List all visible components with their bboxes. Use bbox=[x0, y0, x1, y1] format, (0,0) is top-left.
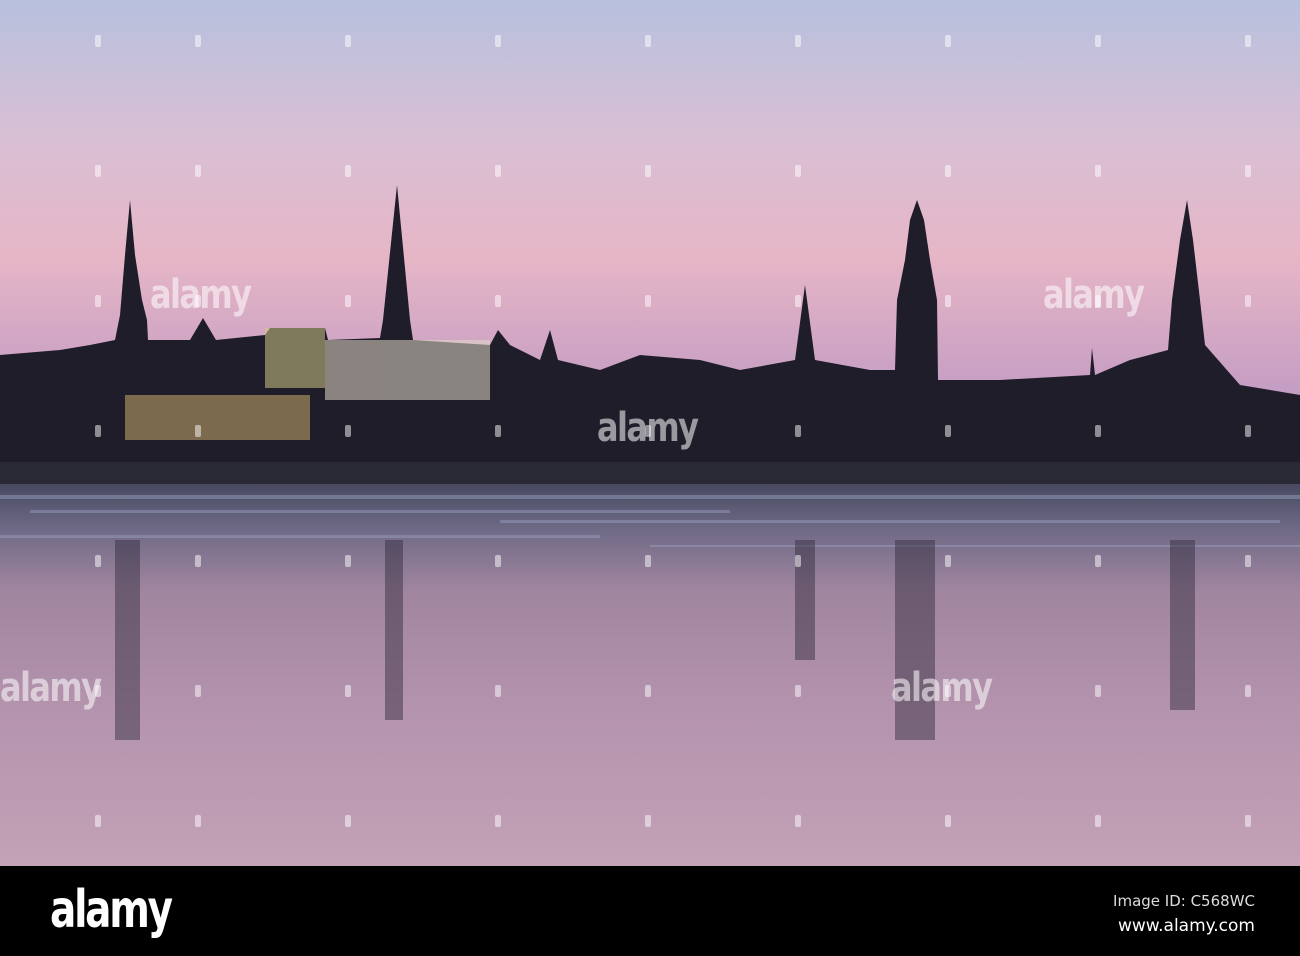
watermark-dot bbox=[495, 295, 501, 307]
watermark-dot bbox=[195, 685, 201, 697]
image-id: Image ID: C568WC bbox=[1113, 892, 1255, 910]
watermark-dot bbox=[95, 35, 101, 47]
watermark-dot bbox=[1245, 815, 1251, 827]
watermark-dot bbox=[1245, 685, 1251, 697]
watermark-dot bbox=[795, 555, 801, 567]
watermark-dot bbox=[1245, 425, 1251, 437]
watermark-dot bbox=[1245, 165, 1251, 177]
watermark-dot bbox=[945, 165, 951, 177]
watermark-dot bbox=[1095, 425, 1101, 437]
watermark-dot bbox=[645, 295, 651, 307]
watermark-dot bbox=[95, 425, 101, 437]
watermark-logo: alamy bbox=[891, 665, 993, 711]
watermark-dot bbox=[495, 35, 501, 47]
footer-bar: alamy Image ID: C568WC www.alamy.com bbox=[0, 866, 1300, 956]
watermark-dot bbox=[1095, 165, 1101, 177]
watermark-dot bbox=[1245, 555, 1251, 567]
watermark-dot bbox=[495, 685, 501, 697]
watermark-dot bbox=[645, 35, 651, 47]
watermark-dot bbox=[1095, 815, 1101, 827]
watermark-dot bbox=[1245, 295, 1251, 307]
watermark-dot bbox=[345, 165, 351, 177]
watermark-dot bbox=[195, 295, 201, 307]
watermark-dot bbox=[495, 165, 501, 177]
watermark-dot bbox=[345, 295, 351, 307]
watermark-dot bbox=[795, 425, 801, 437]
watermark-dot bbox=[645, 425, 651, 437]
watermark-dot bbox=[195, 35, 201, 47]
watermark-dot bbox=[1095, 555, 1101, 567]
site-url[interactable]: www.alamy.com bbox=[1118, 916, 1255, 936]
watermark-dot bbox=[1245, 35, 1251, 47]
river bbox=[0, 470, 1300, 866]
watermark-dot bbox=[945, 555, 951, 567]
watermark-dot bbox=[1095, 35, 1101, 47]
watermark-dot bbox=[1095, 295, 1101, 307]
watermark-dot bbox=[495, 425, 501, 437]
watermark-dot bbox=[945, 425, 951, 437]
watermark-dot bbox=[945, 815, 951, 827]
watermark-dot bbox=[95, 165, 101, 177]
watermark-dot bbox=[345, 685, 351, 697]
watermark-dot bbox=[345, 425, 351, 437]
embankment bbox=[0, 462, 1300, 484]
watermark-dot bbox=[495, 815, 501, 827]
watermark-dot bbox=[645, 555, 651, 567]
watermark-logo: alamy bbox=[0, 665, 102, 711]
watermark-dot bbox=[95, 815, 101, 827]
watermark-dot bbox=[95, 555, 101, 567]
watermark-dot bbox=[345, 815, 351, 827]
watermark-dot bbox=[195, 815, 201, 827]
watermark-dot bbox=[195, 555, 201, 567]
watermark-dot bbox=[795, 35, 801, 47]
stock-photo: alamy alamy alamy alamy alamy alamy Imag… bbox=[0, 0, 1300, 956]
watermark-dot bbox=[795, 685, 801, 697]
watermark-dot bbox=[345, 35, 351, 47]
watermark-dot bbox=[345, 555, 351, 567]
watermark-dot bbox=[645, 815, 651, 827]
watermark-dot bbox=[195, 165, 201, 177]
watermark-dot bbox=[645, 165, 651, 177]
watermark-dot bbox=[945, 295, 951, 307]
watermark-dot bbox=[945, 685, 951, 697]
watermark-dot bbox=[195, 425, 201, 437]
watermark-dot bbox=[945, 35, 951, 47]
watermark-dot bbox=[95, 295, 101, 307]
watermark-dot bbox=[645, 685, 651, 697]
watermark-dot bbox=[795, 165, 801, 177]
footer-logo: alamy bbox=[50, 880, 173, 940]
watermark-dot bbox=[95, 685, 101, 697]
watermark-dot bbox=[495, 555, 501, 567]
watermark-dot bbox=[795, 815, 801, 827]
watermark-dot bbox=[795, 295, 801, 307]
watermark-dot bbox=[1095, 685, 1101, 697]
watermark-logo: alamy bbox=[1043, 272, 1145, 318]
